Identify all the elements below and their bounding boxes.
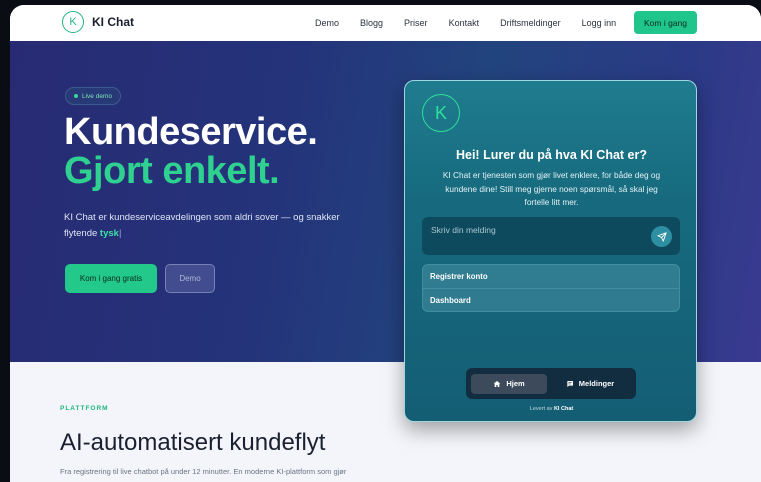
message-placeholder: Skriv din melding bbox=[431, 225, 496, 235]
live-dot-icon bbox=[74, 94, 78, 98]
quick-link-register[interactable]: Registrer konto bbox=[423, 265, 679, 288]
live-demo-label: Live demo bbox=[82, 92, 112, 100]
hero-lede: KI Chat er kundeserviceavdelingen som al… bbox=[64, 210, 344, 242]
send-button[interactable] bbox=[651, 226, 672, 247]
brand-name: KI Chat bbox=[92, 15, 134, 29]
widget-footer-brand[interactable]: KI Chat bbox=[554, 406, 573, 412]
nav-link-blogg[interactable]: Blogg bbox=[360, 18, 383, 28]
chat-widget: K Hei! Lurer du på hva KI Chat er? KI Ch… bbox=[404, 80, 697, 422]
tab-messages[interactable]: Meldinger bbox=[551, 374, 629, 394]
live-demo-badge: Live demo bbox=[65, 87, 121, 105]
start-free-button[interactable]: Kom i gang gratis bbox=[65, 264, 157, 293]
nav-link-priser[interactable]: Priser bbox=[404, 18, 428, 28]
browser-viewport: K KI Chat Demo Blogg Priser Kontakt Drif… bbox=[10, 5, 761, 482]
hero-lede-accent: tysk bbox=[99, 228, 119, 239]
widget-description: KI Chat er tjenesten som gjør livet enkl… bbox=[442, 170, 661, 207]
section-title: AI-automatisert kundeflyt bbox=[60, 429, 326, 456]
widget-tab-bar: Hjem Meldinger bbox=[466, 368, 636, 399]
nav-link-demo[interactable]: Demo bbox=[315, 18, 339, 28]
messages-icon bbox=[567, 380, 573, 387]
widget-footer-prefix: Levert av bbox=[529, 406, 553, 412]
nav-links: Demo Blogg Priser Kontakt Driftsmeldinge… bbox=[315, 5, 637, 41]
nav-link-kontakt[interactable]: Kontakt bbox=[449, 18, 480, 28]
tab-home-label: Hjem bbox=[506, 379, 525, 388]
section-subtitle: Fra registrering til live chatbot på und… bbox=[60, 467, 347, 476]
widget-footer: Levert av KI Chat bbox=[405, 406, 696, 412]
send-icon bbox=[656, 231, 667, 242]
hero-title-line1: Kundeservice. bbox=[64, 111, 318, 153]
demo-button[interactable]: Demo bbox=[165, 264, 215, 293]
tab-messages-label: Meldinger bbox=[578, 379, 615, 388]
brand-logo-icon: K bbox=[62, 11, 84, 33]
nav-link-driftsmeldinger[interactable]: Driftsmeldinger bbox=[500, 18, 561, 28]
top-navbar: K KI Chat Demo Blogg Priser Kontakt Drif… bbox=[10, 5, 761, 41]
widget-title: Hei! Lurer du på hva KI Chat er? bbox=[455, 148, 647, 162]
quick-links: Registrer konto Dashboard bbox=[422, 264, 680, 312]
home-icon bbox=[493, 380, 501, 387]
get-started-button[interactable]: Kom i gang bbox=[634, 11, 697, 34]
message-input[interactable]: Skriv din melding bbox=[422, 217, 680, 255]
typing-cursor: | bbox=[118, 228, 122, 239]
tab-home[interactable]: Hjem bbox=[471, 373, 547, 394]
hero-title-line2: Gjort enkelt. bbox=[64, 150, 280, 192]
section-eyebrow: PLATTFORM bbox=[60, 405, 109, 412]
brand-logo[interactable]: K KI Chat bbox=[62, 11, 134, 33]
widget-logo-icon: K bbox=[422, 94, 460, 132]
nav-link-login[interactable]: Logg inn bbox=[582, 18, 617, 28]
quick-link-dashboard[interactable]: Dashboard bbox=[423, 288, 679, 311]
